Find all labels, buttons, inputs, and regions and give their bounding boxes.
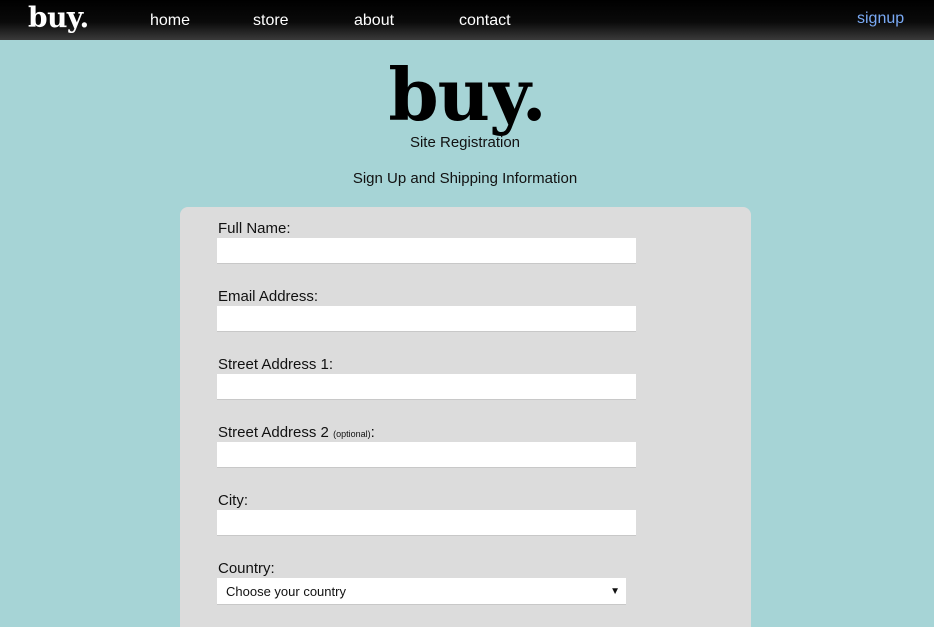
registration-form: Full Name: Email Address: Street Address… — [180, 207, 751, 627]
country-select[interactable]: Choose your country ▼ — [217, 578, 626, 605]
nav-link-signup[interactable]: signup — [857, 10, 904, 28]
email-label: Email Address: — [218, 288, 319, 305]
nav-link-about[interactable]: about — [354, 12, 394, 30]
top-navbar: buy. home store about contact signup — [0, 0, 934, 40]
hero-logo: buy. — [388, 52, 546, 137]
country-label: Country: — [218, 560, 275, 577]
full-name-label: Full Name: — [218, 220, 291, 237]
full-name-input[interactable] — [217, 238, 636, 264]
nav-link-home[interactable]: home — [150, 12, 190, 30]
optional-note: (optional) — [333, 429, 371, 439]
street-address-1-label: Street Address 1: — [218, 356, 334, 373]
email-input[interactable] — [217, 306, 636, 332]
section-title: Sign Up and Shipping Information — [352, 170, 578, 187]
street-address-2-input[interactable] — [217, 442, 636, 468]
country-select-value: Choose your country — [226, 584, 346, 599]
nav-link-store[interactable]: store — [253, 12, 289, 30]
city-input[interactable] — [217, 510, 636, 536]
nav-link-contact[interactable]: contact — [459, 12, 511, 30]
triangle-down-icon: ▼ — [610, 586, 620, 597]
page-subtitle: Site Registration — [409, 134, 521, 151]
label-suffix: : — [370, 424, 375, 441]
city-label: City: — [218, 492, 248, 509]
street-address-2-label-text: Street Address 2 — [218, 424, 329, 441]
street-address-2-label: Street Address 2 (optional): — [218, 424, 375, 441]
street-address-1-input[interactable] — [217, 374, 636, 400]
nav-logo[interactable]: buy. — [28, 1, 89, 34]
